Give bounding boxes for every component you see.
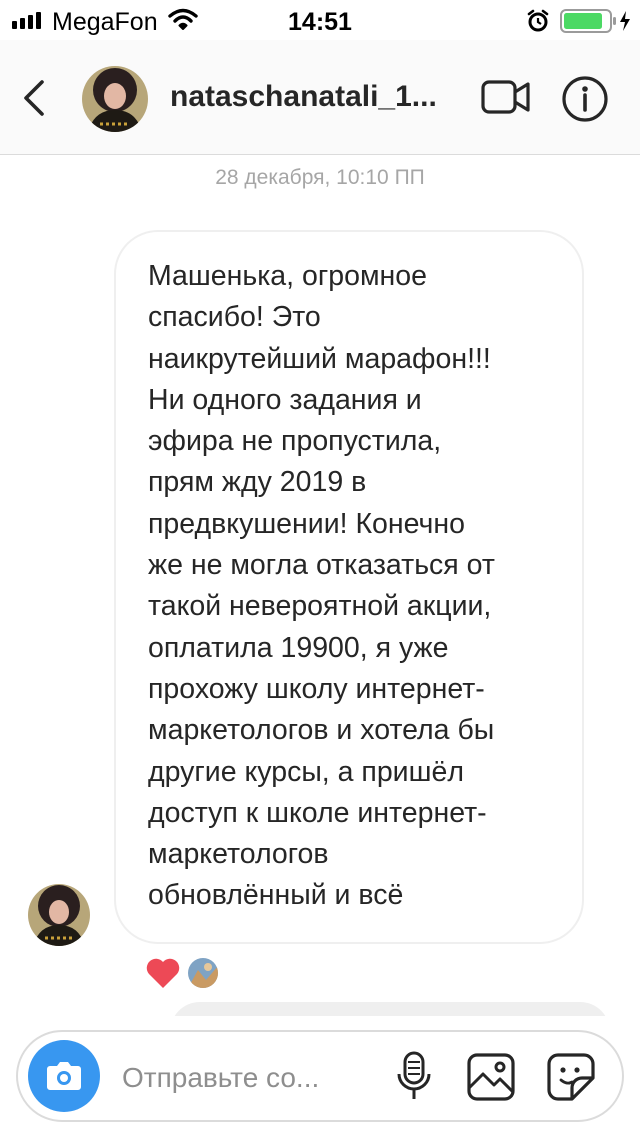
video-call-icon[interactable] bbox=[480, 76, 532, 123]
reaction-avatar bbox=[186, 956, 220, 990]
chat-header: nataschanatali_1... bbox=[0, 40, 640, 155]
camera-button[interactable] bbox=[28, 1040, 100, 1112]
message-composer: Отправьте со... bbox=[16, 1030, 624, 1122]
alarm-icon bbox=[526, 9, 550, 38]
message-bubble[interactable]: Машенька, огромное спасибо! Это наикруте… bbox=[114, 230, 584, 944]
avatar[interactable] bbox=[82, 66, 148, 132]
chat-username[interactable]: nataschanatali_1... bbox=[170, 80, 462, 114]
sender-avatar[interactable] bbox=[28, 884, 90, 946]
info-icon[interactable] bbox=[560, 74, 610, 129]
message-input[interactable]: Отправьте со... bbox=[122, 1062, 372, 1094]
gallery-icon[interactable] bbox=[466, 1052, 516, 1107]
status-bar: MegaFon 14:51 bbox=[0, 0, 640, 40]
camera-icon bbox=[47, 1062, 81, 1090]
heart-icon[interactable] bbox=[144, 956, 182, 995]
sticker-icon[interactable] bbox=[546, 1052, 596, 1107]
microphone-icon[interactable] bbox=[394, 1050, 434, 1109]
message-text: Машенька, огромное спасибо! Это наикруте… bbox=[148, 260, 495, 912]
message-date: 28 декабря, 10:10 ПП bbox=[215, 166, 425, 189]
back-chevron-icon[interactable] bbox=[18, 78, 48, 123]
battery-charging-icon bbox=[560, 8, 634, 39]
